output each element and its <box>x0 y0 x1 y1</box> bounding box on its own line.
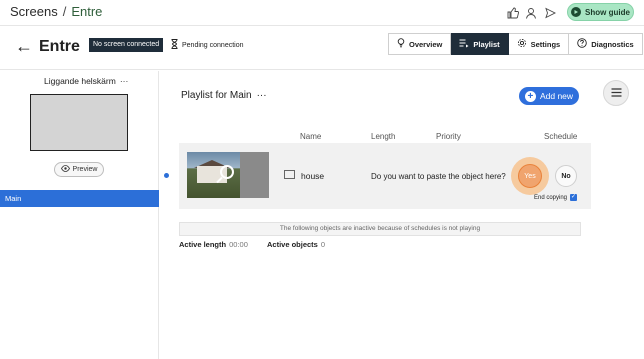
screen-preview-thumbnail[interactable] <box>30 94 128 151</box>
tab-diagnostics-label: Diagnostics <box>591 39 634 49</box>
status-badge: No screen connected <box>89 38 164 52</box>
end-copying-checkbox[interactable]: ✓ <box>570 194 578 201</box>
plus-icon: + <box>524 90 536 102</box>
tab-playlist-label: Playlist <box>473 39 500 49</box>
playlist-more-button[interactable]: ··· <box>257 90 267 101</box>
playlist-title-label: Playlist for Main <box>181 90 252 101</box>
sidebar-item-main[interactable]: Main <box>0 190 159 207</box>
playlist-icon <box>459 39 469 50</box>
tab-overview-label: Overview <box>409 39 443 49</box>
screen-layout-title: Liggande helskärm ··· <box>44 76 128 86</box>
tab-settings[interactable]: Settings <box>508 33 570 55</box>
active-objects-value: 0 <box>320 240 326 249</box>
end-copying[interactable]: End copying ✓ <box>534 194 578 201</box>
column-header-priority: Priority <box>436 132 461 141</box>
row-indicator-dot <box>164 173 169 178</box>
show-guide-label: Show guide <box>585 7 630 17</box>
breadcrumb-separator: / <box>62 4 67 19</box>
tab-playlist[interactable]: Playlist <box>451 33 509 55</box>
paste-yes-button[interactable]: Yes <box>518 164 542 188</box>
menu-button[interactable] <box>603 80 629 106</box>
screen-more-button[interactable]: ··· <box>120 76 129 86</box>
active-length-label: Active length <box>179 240 227 249</box>
top-bar: Screens / Entre Show guide <box>0 0 644 26</box>
breadcrumb-current: Entre <box>71 4 103 19</box>
gear-icon <box>517 38 527 50</box>
play-icon <box>571 7 582 17</box>
hourglass-icon <box>171 39 178 51</box>
thumbs-up-icon[interactable] <box>505 5 521 21</box>
screen-header: ← Entre No screen connected Pending conn… <box>0 26 644 70</box>
column-header-name: Name <box>300 132 322 141</box>
tab-overview[interactable]: Overview <box>388 33 452 55</box>
eye-icon <box>60 165 70 174</box>
breadcrumb-root[interactable]: Screens <box>10 4 58 19</box>
column-header-length: Length <box>371 132 396 141</box>
column-header-schedule: Schedule <box>544 132 578 141</box>
tab-settings-label: Settings <box>530 39 561 49</box>
send-icon[interactable] <box>542 5 558 21</box>
page-title: Entre <box>39 37 80 55</box>
screen-tabs: Overview Playlist Settings Diagnostics <box>388 33 643 55</box>
bulb-icon <box>397 38 405 50</box>
pending-label: Pending connection <box>182 41 244 49</box>
breadcrumb: Screens / Entre <box>10 4 102 19</box>
hamburger-icon <box>611 84 622 102</box>
playlist-title: Playlist for Main ··· <box>181 90 267 101</box>
pending-status: Pending connection <box>171 39 244 51</box>
item-thumbnail[interactable] <box>187 152 269 198</box>
screen-sidebar: Liggande helskärm ··· Preview Main <box>0 71 159 359</box>
inactive-notice: The following objects are inactive becau… <box>179 222 581 236</box>
screen-layout-label: Liggande helskärm <box>44 76 116 86</box>
add-new-button[interactable]: + Add new <box>519 87 579 105</box>
active-length: Active length 00:00 <box>179 240 248 249</box>
help-icon <box>577 38 587 50</box>
paste-no-button[interactable]: No <box>555 165 577 187</box>
end-copying-label: End copying <box>534 194 568 201</box>
add-new-label: Add new <box>539 91 574 101</box>
user-icon[interactable] <box>523 5 539 21</box>
item-name: house <box>301 171 325 181</box>
tab-diagnostics[interactable]: Diagnostics <box>569 33 643 55</box>
active-length-value: 00:00 <box>229 240 248 249</box>
active-objects-label: Active objects <box>267 240 318 249</box>
paste-question: Do you want to paste the object here? <box>371 172 506 181</box>
back-button[interactable]: ← Entre <box>15 36 80 57</box>
arrow-left-icon: ← <box>15 36 33 56</box>
preview-label: Preview <box>72 166 98 173</box>
preview-button[interactable]: Preview <box>54 162 104 177</box>
image-icon <box>284 170 295 179</box>
active-objects: Active objects 0 <box>267 240 325 249</box>
show-guide-button[interactable]: Show guide <box>567 3 634 21</box>
